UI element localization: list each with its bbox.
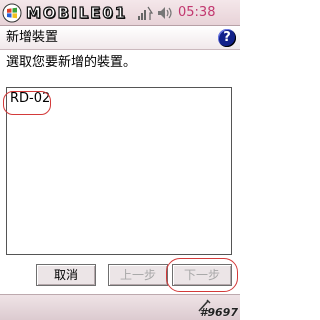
title-bar: 新增裝置 ? [0, 26, 240, 50]
brand-logo: MOBILE01 [25, 3, 128, 22]
watermark: #9697 [199, 306, 238, 319]
cancel-button[interactable]: 取消 [36, 264, 96, 286]
page-title: 新增裝置 [6, 30, 59, 45]
status-bar: MOBILE01 05:38 [0, 0, 240, 26]
back-button[interactable]: 上一步 [108, 264, 168, 286]
instruction-text: 選取您要新增的裝置。 [6, 55, 137, 70]
signal-icon [138, 6, 154, 20]
list-item[interactable]: RD-02 [10, 91, 50, 107]
windows-start-icon[interactable] [2, 3, 22, 23]
next-button[interactable]: 下一步 [172, 264, 232, 286]
clock[interactable]: 05:38 [178, 4, 238, 22]
status-icons[interactable] [138, 5, 174, 21]
device-list[interactable]: RD-02 [6, 87, 232, 255]
volume-icon [158, 7, 172, 19]
help-icon[interactable]: ? [218, 29, 236, 47]
